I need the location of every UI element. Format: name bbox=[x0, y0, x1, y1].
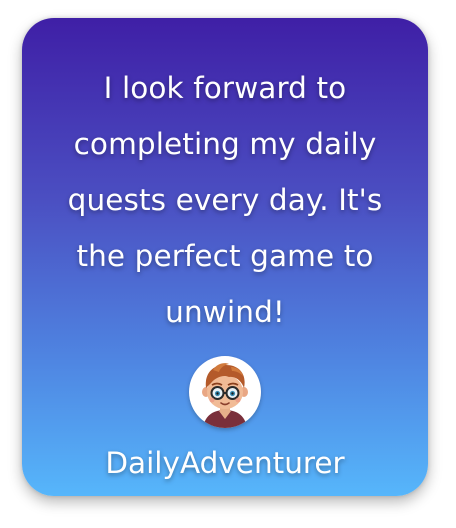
cartoon-boy-avatar-icon bbox=[202, 363, 248, 428]
testimonial-quote: I look forward to completing my daily qu… bbox=[67, 71, 383, 329]
user-avatar bbox=[189, 356, 261, 428]
testimonial-card: I look forward to completing my daily qu… bbox=[22, 18, 428, 496]
testimonial-username: DailyAdventurer bbox=[105, 446, 345, 480]
